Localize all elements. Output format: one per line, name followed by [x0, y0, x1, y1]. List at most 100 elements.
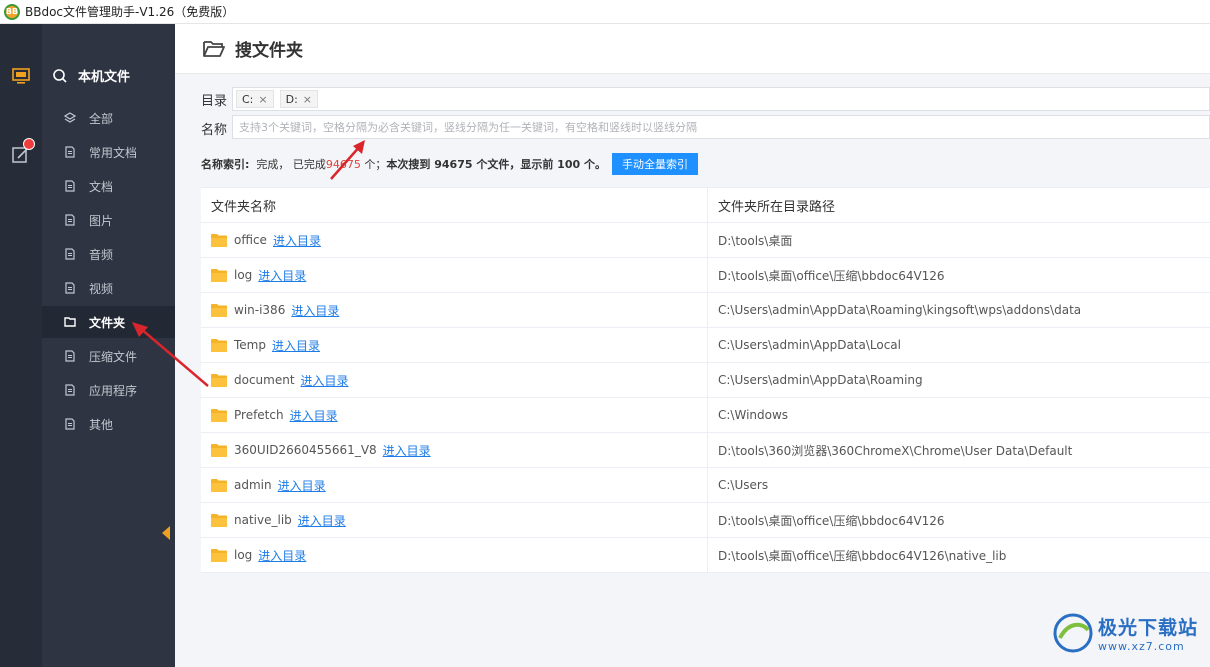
- folder-path: C:\Windows: [718, 408, 789, 422]
- directory-tag-label: D:: [285, 92, 298, 106]
- table-row[interactable]: log 进入目录 D:\tools\桌面\office\压缩\bbdoc64V126: [201, 258, 1210, 293]
- name-label: 名称: [201, 123, 228, 138]
- done-suffix: 个；: [364, 158, 387, 171]
- column-header-name[interactable]: 文件夹名称: [201, 188, 708, 222]
- open-directory-link[interactable]: 进入目录: [258, 267, 306, 284]
- table-row[interactable]: Prefetch 进入目录 C:\Windows: [201, 398, 1210, 433]
- sidebar-item-label: 文件夹: [89, 315, 126, 330]
- watermark-logo-icon: [1053, 613, 1093, 653]
- results-table: 文件夹名称 文件夹所在目录路径 office 进入目录 D:\tools\桌面 log…: [201, 187, 1210, 573]
- sidebar-item-0[interactable]: 全部: [42, 102, 175, 134]
- open-directory-link[interactable]: 进入目录: [383, 442, 431, 459]
- folder-path: C:\Users\admin\AppData\Roaming: [718, 373, 923, 387]
- table-row[interactable]: log 进入目录 D:\tools\桌面\office\压缩\bbdoc64V126…: [201, 538, 1210, 573]
- table-row[interactable]: 360UID2660455661_V8 进入目录 D:\tools\360浏览器\3…: [201, 433, 1210, 468]
- folder-path: C:\Users\admin\AppData\Roaming\kingsoft\…: [718, 303, 1082, 317]
- done-prefix: 已完成: [292, 158, 326, 171]
- sidebar-item-label: 图片: [89, 213, 114, 228]
- open-directory-link[interactable]: 进入目录: [301, 372, 349, 389]
- sidebar-item-6[interactable]: 文件夹: [42, 306, 175, 338]
- sidebar-item-1[interactable]: 常用文档: [42, 136, 175, 168]
- app-logo-icon: BB: [4, 3, 20, 20]
- open-directory-link[interactable]: 进入目录: [258, 547, 306, 564]
- folder-icon: [211, 443, 227, 457]
- folder-icon: [211, 373, 227, 387]
- folder-name: admin: [234, 478, 272, 492]
- folder-name-cell: native_lib 进入目录: [201, 503, 708, 537]
- folder-name-cell: log 进入目录: [201, 258, 708, 292]
- sidebar-item-5[interactable]: 视频: [42, 272, 175, 304]
- notification-badge: [23, 138, 35, 150]
- image-icon: [64, 214, 76, 226]
- name-search-input[interactable]: [232, 115, 1210, 139]
- sidebar-item-3[interactable]: 图片: [42, 204, 175, 236]
- sidebar-header: 本机文件: [52, 66, 130, 85]
- text-doc-icon: [64, 180, 76, 192]
- sidebar-item-4[interactable]: 音频: [42, 238, 175, 270]
- table-row[interactable]: win-i386 进入目录 C:\Users\admin\AppData\Roami…: [201, 293, 1210, 328]
- table-row[interactable]: office 进入目录 D:\tools\桌面: [201, 223, 1210, 258]
- done-count: 94675: [325, 157, 361, 171]
- folder-icon: [211, 408, 227, 422]
- main-panel: 搜文件夹 目录 C: × D: × 名称 名称索引: 完成， 已完成 94675…: [175, 24, 1210, 667]
- full-index-button[interactable]: 手动全量索引: [611, 153, 698, 175]
- folder-name: 360UID2660455661_V8: [234, 443, 377, 457]
- other-icon: [64, 418, 76, 430]
- folder-icon: [211, 548, 227, 562]
- open-directory-link[interactable]: 进入目录: [290, 407, 338, 424]
- sidebar-item-8[interactable]: 应用程序: [42, 374, 175, 406]
- open-directory-link[interactable]: 进入目录: [272, 337, 320, 354]
- column-header-path[interactable]: 文件夹所在目录路径: [708, 188, 1210, 222]
- sidebar-item-label: 常用文档: [89, 145, 138, 160]
- folder-name: document: [234, 373, 295, 387]
- table-row[interactable]: Temp 进入目录 C:\Users\admin\AppData\Local: [201, 328, 1210, 363]
- table-row[interactable]: document 进入目录 C:\Users\admin\AppData\Roami…: [201, 363, 1210, 398]
- sidebar-item-9[interactable]: 其他: [42, 408, 175, 440]
- table-header: 文件夹名称 文件夹所在目录路径: [201, 188, 1210, 223]
- sidebar-item-label: 应用程序: [89, 383, 138, 398]
- folder-name-cell: office 进入目录: [201, 223, 708, 257]
- folder-icon: [211, 513, 227, 527]
- open-directory-link[interactable]: 进入目录: [298, 512, 346, 529]
- directory-label: 目录: [201, 94, 228, 109]
- sidebar-header-label: 本机文件: [78, 70, 131, 85]
- open-directory-link[interactable]: 进入目录: [291, 302, 339, 319]
- sidebar-item-label: 文档: [89, 179, 114, 194]
- directory-selector[interactable]: C: × D: ×: [232, 87, 1210, 111]
- doc-icon: [64, 146, 76, 158]
- folder-icon: [211, 233, 227, 247]
- sidebar-item-label: 全部: [89, 111, 114, 126]
- layers-icon: [64, 112, 76, 124]
- sidebar-item-2[interactable]: 文档: [42, 170, 175, 202]
- watermark-url: www.xz7.com: [1098, 640, 1185, 653]
- folder-icon: [211, 268, 227, 282]
- nav-rail: [0, 24, 42, 667]
- collapse-sidebar-arrow-icon[interactable]: [162, 526, 170, 540]
- monitor-icon: [12, 68, 30, 84]
- folder-name: log: [234, 548, 253, 562]
- table-row[interactable]: native_lib 进入目录 D:\tools\桌面\office\压缩\bbdo…: [201, 503, 1210, 538]
- directory-tag-c[interactable]: C: ×: [236, 90, 274, 108]
- sidebar-item-label: 其他: [89, 417, 114, 432]
- sidebar-item-label: 音频: [89, 247, 114, 262]
- app-icon: [64, 384, 76, 396]
- folder-name: log: [234, 268, 253, 282]
- folder-path: D:\tools\桌面\office\压缩\bbdoc64V126\native…: [718, 548, 1007, 563]
- window-title: BBdoc文件管理助手-V1.26（免费版）: [25, 5, 235, 19]
- sidebar-item-7[interactable]: 压缩文件: [42, 340, 175, 372]
- open-directory-link[interactable]: 进入目录: [278, 477, 326, 494]
- site-watermark: 极光下载站 www.xz7.com: [1052, 612, 1198, 654]
- folder-icon: [211, 303, 227, 317]
- open-directory-link[interactable]: 进入目录: [273, 232, 321, 249]
- remove-tag-icon[interactable]: ×: [303, 93, 312, 106]
- table-row[interactable]: admin 进入目录 C:\Users: [201, 468, 1210, 503]
- directory-tag-d[interactable]: D: ×: [279, 90, 319, 108]
- remove-tag-icon[interactable]: ×: [258, 93, 267, 106]
- index-state: 完成，: [256, 158, 290, 171]
- archive-icon: [64, 350, 76, 362]
- rail-local-files-button[interactable]: [9, 64, 33, 88]
- sidebar-item-label: 压缩文件: [89, 349, 138, 364]
- folder-name-cell: Prefetch 进入目录: [201, 398, 708, 432]
- folder-path: C:\Users\admin\AppData\Local: [718, 338, 901, 352]
- rail-edit-button[interactable]: [9, 138, 35, 166]
